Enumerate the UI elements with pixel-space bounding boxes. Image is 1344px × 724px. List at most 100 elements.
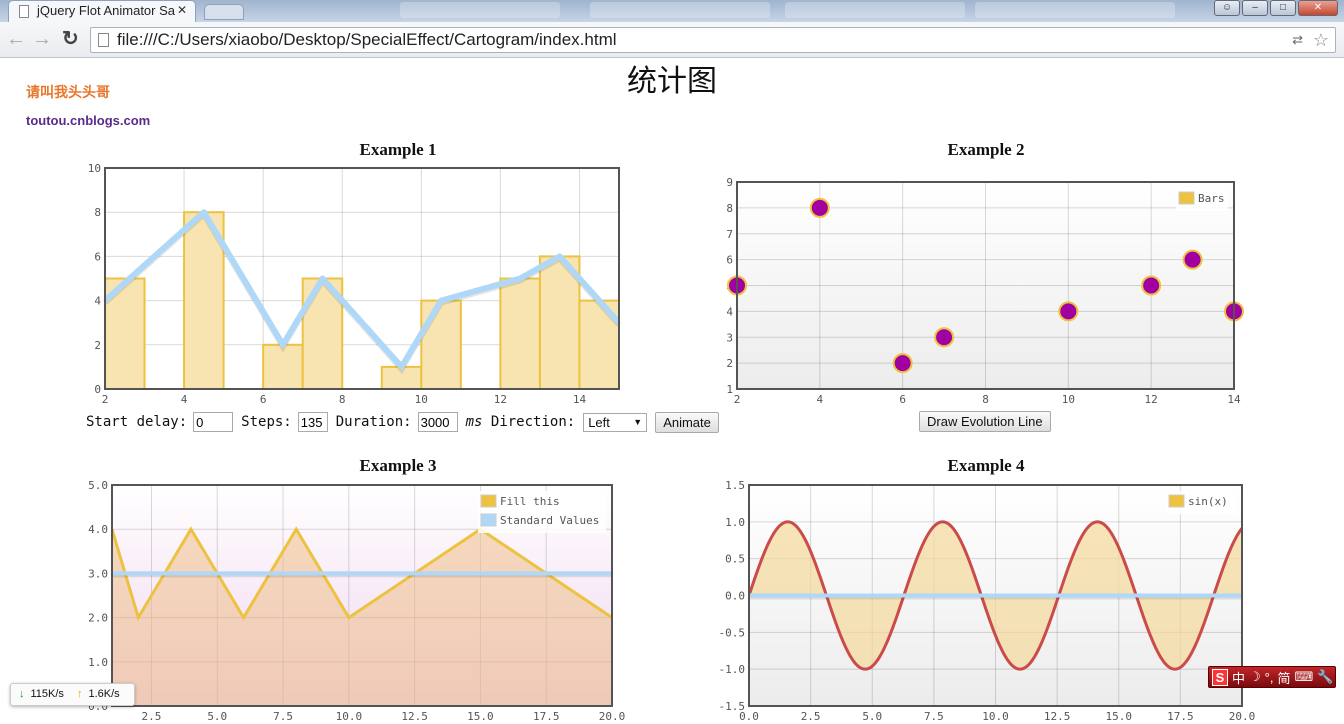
translate-icon[interactable]: ⇄: [1292, 28, 1303, 52]
browser-tab[interactable]: [785, 2, 965, 18]
direction-value: Left: [588, 414, 610, 430]
legend-swatch: [1178, 191, 1195, 205]
y-tick-label: 9: [726, 176, 733, 189]
x-tick-label: 15.0: [1106, 710, 1133, 723]
y-tick-label: 4.0: [88, 523, 108, 536]
browser-tab-bar: jQuery Flot Animator Sa ✕ ☺ ‒ □ ✕: [0, 0, 1344, 22]
x-tick-label: 2.5: [142, 710, 162, 723]
browser-toolbar: ← → ↻ file:///C:/Users/xiaobo/Desktop/Sp…: [0, 22, 1344, 58]
simplified-toggle[interactable]: 简: [1277, 668, 1290, 687]
draw-evolution-line-button[interactable]: Draw Evolution Line: [919, 411, 1051, 432]
forward-icon[interactable]: →: [32, 28, 52, 50]
y-tick-label: 3: [726, 331, 733, 344]
y-tick-label: 2: [726, 357, 733, 370]
network-speed-widget: ↓ 115K/s ↑ 1.6K/s: [10, 683, 135, 706]
x-tick-label: 7.5: [924, 710, 944, 723]
steps-input[interactable]: [297, 412, 328, 432]
upload-speed: 1.6K/s: [88, 688, 120, 700]
y-tick-label: 2: [94, 339, 101, 352]
example3-title: Example 3: [359, 456, 437, 475]
x-tick-label: 8: [982, 393, 989, 406]
data-point: [1058, 301, 1079, 322]
animation-controls: Start delay: Steps: Duration: ms Directi…: [86, 411, 719, 433]
legend-label: Standard Values: [500, 514, 599, 527]
start-delay-label: Start delay:: [86, 414, 188, 430]
y-tick-label: 5.0: [88, 479, 108, 492]
browser-tab[interactable]: [975, 2, 1175, 18]
x-tick-label: 20.0: [1229, 710, 1256, 723]
y-tick-label: 1: [726, 383, 733, 396]
data-point: [1182, 249, 1203, 270]
ime-mode[interactable]: 中: [1232, 668, 1245, 687]
y-tick-label: 3.0: [88, 567, 108, 580]
y-tick-label: 8: [94, 206, 101, 219]
bar: [420, 299, 462, 389]
x-tick-label: 10: [1062, 393, 1075, 406]
x-tick-label: 6: [260, 393, 267, 406]
browser-tab[interactable]: [400, 2, 560, 18]
x-tick-label: 15.0: [467, 710, 494, 723]
x-tick-label: 20.0: [599, 710, 626, 723]
browser-tab[interactable]: [590, 2, 770, 18]
user-icon[interactable]: ☺: [1214, 0, 1240, 16]
close-window-button[interactable]: ✕: [1298, 0, 1338, 16]
x-tick-label: 12.5: [1044, 710, 1071, 723]
moon-icon[interactable]: ☽: [1249, 669, 1261, 685]
x-tick-label: 17.5: [1167, 710, 1194, 723]
dropdown-arrow-icon: ▼: [633, 417, 643, 427]
new-tab-button[interactable]: [204, 4, 244, 20]
direction-label: Direction:: [490, 414, 576, 430]
y-tick-label: 10: [88, 162, 101, 175]
y-tick-label: -0.5: [719, 626, 746, 639]
y-tick-label: 8: [726, 202, 733, 215]
y-tick-label: 0.0: [725, 590, 745, 603]
x-tick-label: 4: [181, 393, 188, 406]
punctuation-toggle[interactable]: °,: [1265, 670, 1274, 685]
y-tick-label: -1.0: [719, 663, 746, 676]
y-tick-label: 4: [94, 295, 101, 308]
data-point: [934, 327, 955, 348]
minimize-button[interactable]: ‒: [1242, 0, 1268, 16]
legend-label: Fill this: [500, 495, 560, 508]
y-tick-label: 0: [94, 383, 101, 396]
keyboard-icon[interactable]: ⌨: [1295, 669, 1314, 685]
y-tick-label: 1.0: [88, 656, 108, 669]
start-delay-input[interactable]: [193, 412, 234, 432]
example3-chart: 2.5 5.0 7.5 10.0 12.5 15.0 17.5 20.00.01.02.03.…: [88, 479, 626, 723]
steps-label: Steps:: [241, 414, 292, 430]
sogou-logo[interactable]: S: [1212, 668, 1228, 686]
page-icon: [98, 33, 109, 47]
reload-icon[interactable]: ↻: [62, 28, 79, 50]
example1-chart: 2 4 6 8 10 12 140246810: [88, 162, 622, 406]
blog-link[interactable]: toutou.cnblogs.com: [26, 113, 150, 128]
close-tab-icon[interactable]: ✕: [177, 3, 187, 17]
example1-title: Example 1: [359, 140, 437, 159]
address-bar[interactable]: file:///C:/Users/xiaobo/Desktop/SpecialE…: [90, 27, 1336, 53]
y-tick-label: 2.0: [88, 612, 108, 625]
page-title: 统计图: [627, 64, 717, 99]
direction-select[interactable]: Left ▼: [583, 412, 648, 432]
x-tick-label: 10.0: [982, 710, 1009, 723]
data-point: [809, 197, 830, 218]
example4-chart: 0.0 2.5 5.0 7.5 10.0 12.5 15.0 17.5 20.0 -1.5 -1.0…: [719, 479, 1256, 723]
x-tick-label: 12.5: [401, 710, 428, 723]
browser-tab-active[interactable]: jQuery Flot Animator Sa ✕: [8, 0, 196, 22]
example2-chart: 2468101214123456789Bars: [726, 176, 1244, 406]
ms-label: ms: [465, 414, 483, 430]
data-point: [1141, 275, 1162, 296]
y-tick-label: 0.5: [725, 553, 745, 566]
duration-input[interactable]: [417, 412, 458, 432]
x-tick-label: 4: [817, 393, 824, 406]
bar: [499, 277, 541, 389]
back-icon[interactable]: ←: [6, 28, 26, 50]
y-tick-label: 1.5: [725, 479, 745, 492]
y-tick-label: 4: [726, 305, 733, 318]
x-tick-label: 12: [1145, 393, 1158, 406]
x-tick-label: 2: [734, 393, 741, 406]
bookmark-star-icon[interactable]: ☆: [1313, 28, 1329, 52]
maximize-button[interactable]: □: [1270, 0, 1296, 16]
example2-title: Example 2: [947, 140, 1025, 159]
animate-button[interactable]: Animate: [655, 411, 719, 433]
author-nickname: 请叫我头头哥: [26, 84, 110, 100]
wrench-icon[interactable]: 🔧: [1317, 669, 1333, 685]
